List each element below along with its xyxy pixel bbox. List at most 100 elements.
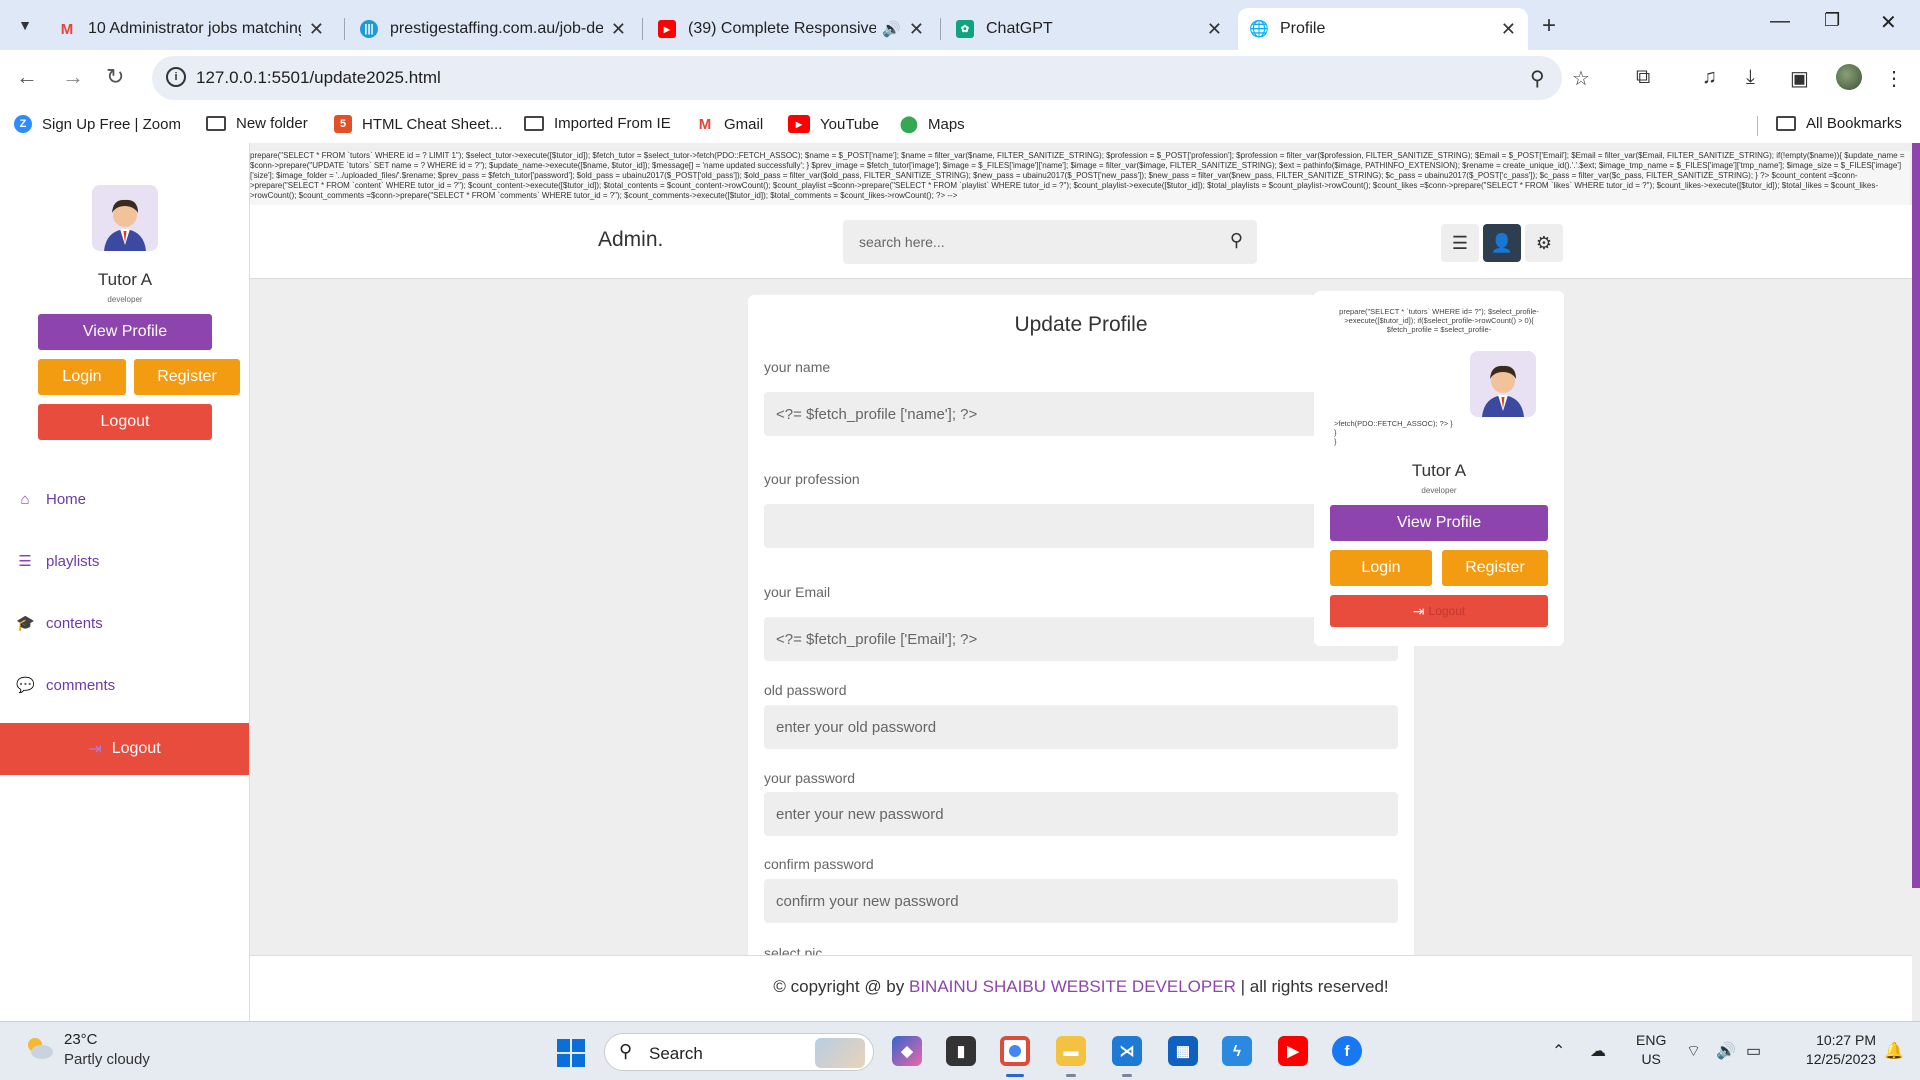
weather-temperature[interactable]: 23°C bbox=[64, 1031, 98, 1048]
sidebar-item-label: comments bbox=[46, 676, 116, 694]
extensions-icon[interactable]: ⧉ bbox=[1636, 66, 1650, 89]
page-scrollbar[interactable] bbox=[1912, 143, 1920, 888]
menu-kebab-icon[interactable]: ⋮ bbox=[1884, 66, 1904, 91]
copilot-icon[interactable]: ◆ bbox=[892, 1036, 922, 1066]
bookmark-youtube[interactable]: ▶ YouTube bbox=[788, 115, 879, 133]
file-explorer-icon[interactable]: ▬ bbox=[1056, 1036, 1086, 1066]
bookmark-gmail[interactable]: M Gmail bbox=[696, 115, 763, 133]
gear-icon: ⚙ bbox=[1535, 232, 1553, 253]
taskbar-search[interactable]: ⚲ Search bbox=[604, 1033, 874, 1071]
close-icon[interactable]: ✕ bbox=[309, 19, 324, 40]
sidebar-item-playlists[interactable]: ☰ playlists bbox=[16, 552, 99, 571]
youtube-icon: ▶ bbox=[788, 115, 810, 133]
vscode-icon[interactable]: ⋊ bbox=[1112, 1036, 1142, 1066]
windows-start-icon[interactable] bbox=[557, 1039, 585, 1067]
popup-login-button[interactable]: Login bbox=[1330, 550, 1432, 586]
close-icon[interactable]: ✕ bbox=[909, 19, 924, 40]
tab-prestigestaffing[interactable]: ||| prestigestaffing.com.au/job-det ✕ bbox=[348, 8, 638, 50]
tutor-role: developer bbox=[107, 295, 143, 304]
popup-logout-button[interactable]: ⇥ Logout bbox=[1330, 595, 1548, 627]
sidebar-item-comments[interactable]: 💬 comments bbox=[16, 676, 116, 695]
tab-title: (39) Complete Responsive C bbox=[688, 20, 877, 37]
clock-time: 10:27 PM bbox=[1816, 1032, 1876, 1048]
tab-search-button[interactable]: ▼ bbox=[10, 10, 40, 40]
menu-button[interactable]: ☰ bbox=[1441, 224, 1479, 262]
profession-input[interactable] bbox=[764, 504, 1398, 548]
clock[interactable]: 10:27 PM 12/25/2023 bbox=[1772, 1031, 1876, 1069]
restore-icon[interactable]: ❐ bbox=[1824, 10, 1840, 31]
close-icon[interactable]: ✕ bbox=[1501, 19, 1516, 40]
bookmark-imported-from-ie[interactable]: Imported From IE bbox=[524, 115, 671, 132]
media-control-icon[interactable]: ♫ bbox=[1702, 66, 1717, 89]
sidebar-item-contents[interactable]: 🎓 contents bbox=[16, 614, 103, 633]
reload-icon[interactable]: ↻ bbox=[106, 64, 124, 90]
back-icon[interactable]: ← bbox=[16, 64, 38, 90]
all-bookmarks[interactable]: All Bookmarks bbox=[1776, 115, 1902, 132]
wifi-icon[interactable]: ⌔ bbox=[1686, 1041, 1701, 1061]
old-password-label: old password bbox=[764, 682, 847, 698]
view-profile-button[interactable]: View Profile bbox=[38, 314, 212, 350]
bookmark-html-cheat-sheet[interactable]: 5 HTML Cheat Sheet... bbox=[334, 115, 502, 133]
window-close-icon[interactable]: ✕ bbox=[1880, 10, 1897, 35]
search-input[interactable]: search here... ⚲ bbox=[843, 220, 1257, 264]
name-input[interactable]: <?= $fetch_profile ['name']; ?> bbox=[764, 392, 1398, 436]
new-password-input[interactable]: enter your new password bbox=[764, 792, 1398, 836]
sidebar-item-home[interactable]: ⌂ Home bbox=[16, 491, 86, 508]
bookmark-maps[interactable]: ⬤ Maps bbox=[900, 115, 965, 134]
network-status-icon[interactable]: ☁ bbox=[1590, 1041, 1606, 1061]
email-input[interactable]: <?= $fetch_profile ['Email']; ?> bbox=[764, 617, 1398, 661]
partly-cloudy-icon[interactable] bbox=[24, 1035, 54, 1061]
bookmark-star-icon[interactable]: ☆ bbox=[1572, 66, 1590, 91]
popup-view-profile-button[interactable]: View Profile bbox=[1330, 505, 1548, 541]
language-indicator[interactable]: ENG US bbox=[1636, 1031, 1666, 1069]
toggle-theme-button[interactable]: ⚙ bbox=[1525, 224, 1563, 262]
tab-youtube[interactable]: ▶ (39) Complete Responsive C 🔊 ✕ bbox=[646, 8, 936, 50]
tab-profile[interactable]: 🌐 Profile ✕ bbox=[1238, 8, 1528, 50]
profile-avatar-icon[interactable] bbox=[1836, 64, 1862, 90]
weather-description[interactable]: Partly cloudy bbox=[64, 1051, 150, 1068]
download-icon[interactable]: ⤓ bbox=[1746, 66, 1755, 89]
new-password-label: your password bbox=[764, 770, 856, 786]
register-button[interactable]: Register bbox=[134, 359, 240, 395]
power-automate-icon[interactable]: ϟ bbox=[1222, 1036, 1252, 1066]
speaker-icon[interactable]: 🔊 bbox=[882, 20, 901, 38]
bookmark-new-folder[interactable]: New folder bbox=[206, 115, 308, 132]
chrome-icon[interactable] bbox=[1000, 1036, 1030, 1066]
logout-button[interactable]: Logout bbox=[38, 404, 212, 440]
sidebar-logout-button[interactable]: ⇥ Logout bbox=[0, 723, 249, 775]
zoom-icon[interactable]: ⚲ bbox=[1530, 66, 1545, 91]
confirm-password-input[interactable]: confirm your new password bbox=[764, 879, 1398, 923]
footer-author-link[interactable]: BINAINU SHAIBU WEBSITE DEVELOPER bbox=[909, 977, 1236, 996]
volume-icon[interactable]: 🔊 bbox=[1716, 1041, 1736, 1061]
forward-icon[interactable]: → bbox=[62, 64, 84, 90]
tutor-name: Tutor A bbox=[97, 270, 153, 289]
bookmark-zoom[interactable]: Z Sign Up Free | Zoom bbox=[14, 115, 181, 133]
footer-suffix: | all rights reserved! bbox=[1240, 977, 1389, 996]
facebook-icon[interactable]: f bbox=[1332, 1036, 1362, 1066]
new-tab-button[interactable]: + bbox=[1542, 12, 1556, 40]
search-icon[interactable]: ⚲ bbox=[1230, 230, 1243, 251]
battery-icon[interactable]: ▭ bbox=[1746, 1041, 1761, 1061]
tab-chatgpt[interactable]: ✿ ChatGPT ✕ bbox=[944, 8, 1234, 50]
user-button[interactable]: 👤 bbox=[1483, 224, 1521, 262]
tab-gmail[interactable]: M 10 Administrator jobs matching ✕ bbox=[46, 8, 336, 50]
bookmark-label: Maps bbox=[928, 115, 965, 133]
login-button[interactable]: Login bbox=[38, 359, 126, 395]
browser-tab-strip: ▼ M 10 Administrator jobs matching ✕ |||… bbox=[0, 0, 1920, 50]
youtube-icon[interactable]: ▶ bbox=[1278, 1036, 1308, 1066]
side-panel-icon[interactable]: ▣ bbox=[1790, 66, 1809, 91]
popup-register-button[interactable]: Register bbox=[1442, 550, 1548, 586]
notification-bell-icon[interactable]: 🔔 bbox=[1884, 1041, 1904, 1061]
home-icon: ⌂ bbox=[20, 491, 30, 508]
close-icon[interactable]: ✕ bbox=[611, 19, 626, 40]
minimize-icon[interactable]: — bbox=[1770, 10, 1790, 33]
old-password-input[interactable]: enter your old password bbox=[764, 705, 1398, 749]
site-info-icon[interactable]: i bbox=[166, 67, 186, 87]
url-text[interactable]: 127.0.0.1:5501/update2025.html bbox=[196, 68, 441, 88]
admin-logo[interactable]: Admin. bbox=[598, 228, 663, 252]
close-icon[interactable]: ✕ bbox=[1207, 19, 1222, 40]
store-icon[interactable]: ▦ bbox=[1168, 1036, 1198, 1066]
chevron-up-icon[interactable]: ⌃ bbox=[1552, 1041, 1565, 1061]
address-bar[interactable]: i 127.0.0.1:5501/update2025.html ⚲ ☆ bbox=[152, 56, 1590, 100]
app-icon[interactable]: ▮ bbox=[946, 1036, 976, 1066]
